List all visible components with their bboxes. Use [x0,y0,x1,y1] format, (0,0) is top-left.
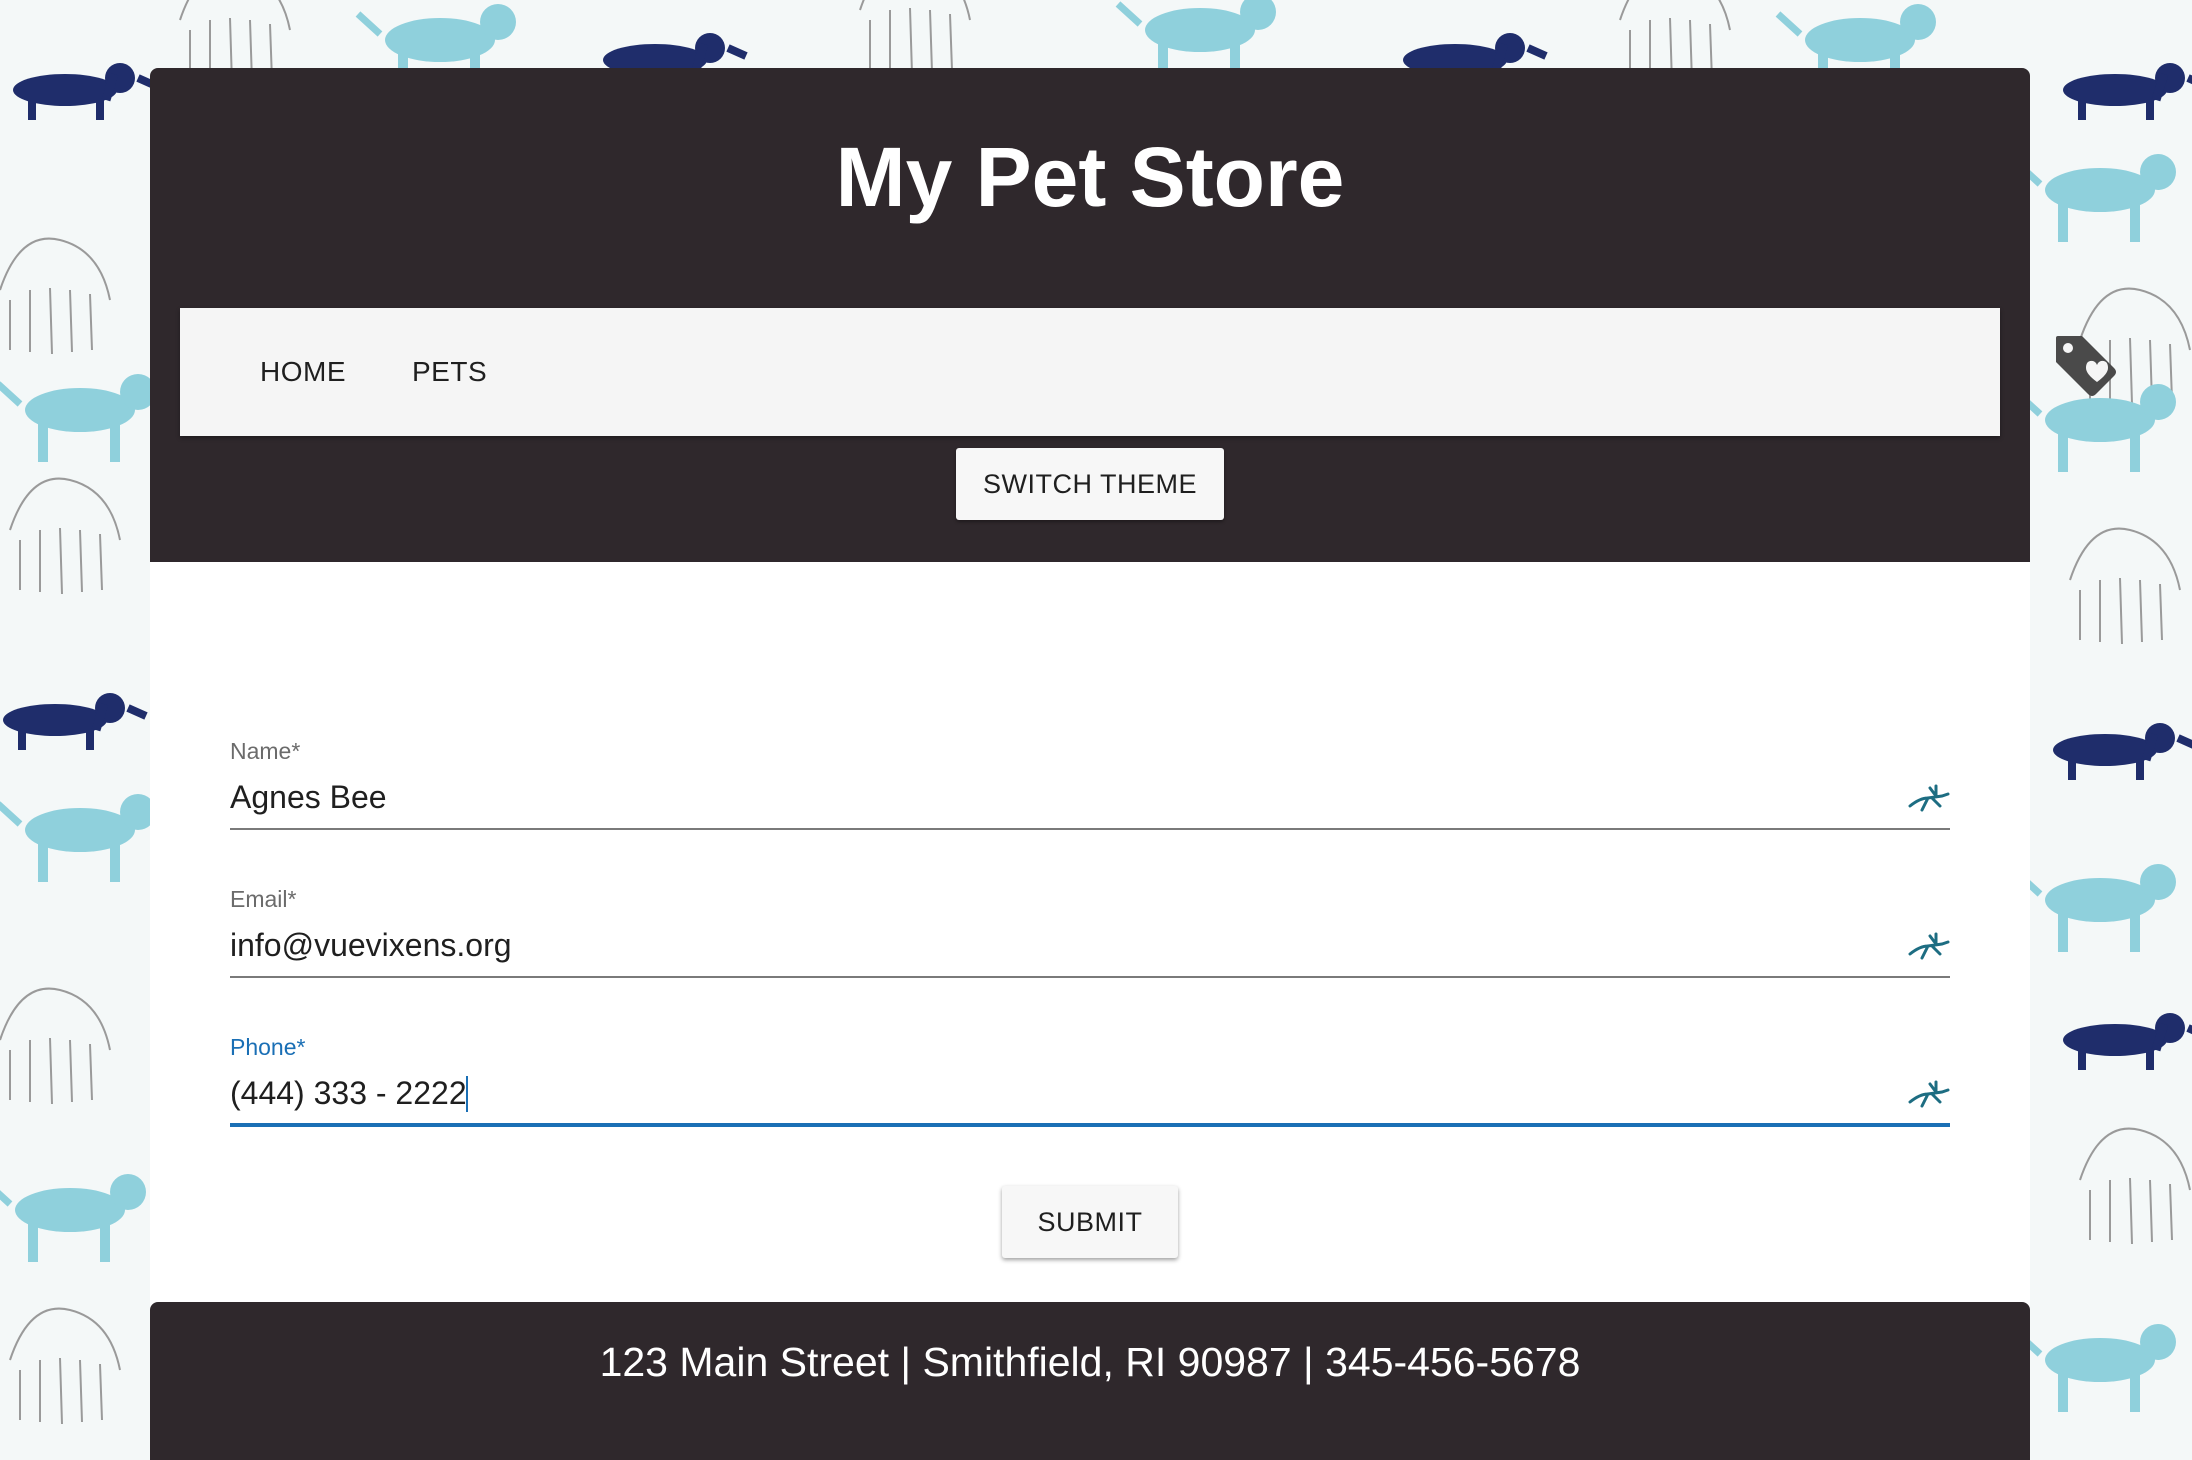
nav-link-home[interactable]: HOME [260,308,346,436]
phone-underline [230,1123,1950,1127]
name-label: Name* [230,738,301,764]
navigation-bar: HOME PETS [180,308,2116,436]
gazelle-icon [1908,932,1950,960]
site-title: My Pet Store [835,130,1345,224]
gazelle-icon [1908,784,1950,812]
phone-field: Phone* [230,1034,1950,1154]
footer-contact-info: 123 Main Street | Smithfield, RI 90987 |… [599,1339,1581,1385]
phone-input[interactable] [230,1068,1870,1118]
text-caret [466,1076,468,1112]
switch-theme-button[interactable]: SWITCH THEME [956,448,1224,520]
app-container: My Pet Store HOME PETS SWITCH THEME Name… [150,68,2116,1460]
contact-form-section: Name* Email* Phone* SUBMIT [150,562,2030,1370]
site-header: My Pet Store HOME PETS SWITCH THEME [150,68,2116,562]
phone-label: Phone* [230,1034,306,1060]
email-underline [230,976,1950,978]
submit-button[interactable]: SUBMIT [1002,1186,1178,1258]
email-label: Email* [230,886,297,912]
nav-link-pets[interactable]: PETS [412,308,487,436]
site-footer: 123 Main Street | Smithfield, RI 90987 |… [150,1302,2030,1460]
name-field: Name* [230,738,1950,858]
tag-heart-icon[interactable] [2050,328,2122,400]
name-input[interactable] [230,772,1870,822]
email-input[interactable] [230,920,1870,970]
email-field: Email* [230,886,1950,1006]
gazelle-icon [1908,1080,1950,1108]
name-underline [230,828,1950,830]
